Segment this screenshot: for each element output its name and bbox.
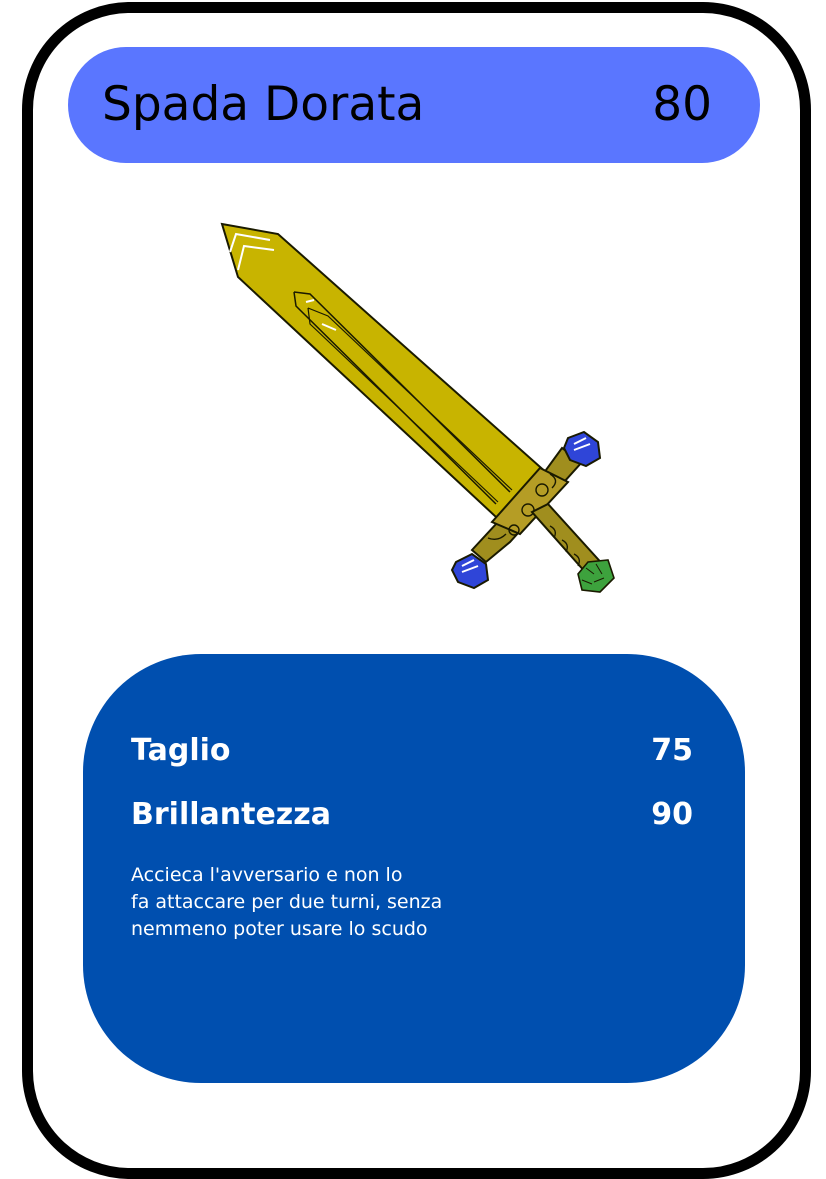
card-title-bar: Spada Dorata 80 — [68, 47, 760, 163]
description-line: Accieca l'avversario e non lo — [131, 864, 403, 886]
stat-value: 75 — [651, 733, 693, 768]
stat-label: Taglio — [131, 733, 231, 768]
card-name: Spada Dorata — [102, 77, 425, 132]
description-line: nemmeno poter usare lo scudo — [131, 918, 428, 940]
stat-row-taglio: Taglio 75 — [131, 729, 693, 773]
stat-row-brillantezza: Brillantezza 90 — [131, 793, 693, 837]
card-cost: 80 — [652, 77, 712, 132]
stat-label: Brillantezza — [131, 797, 331, 832]
stat-value: 90 — [651, 797, 693, 832]
ability-description: Accieca l'avversario e non lo fa attacca… — [131, 862, 491, 943]
description-line: fa attaccare per due turni, senza — [131, 891, 443, 913]
stats-panel: Taglio 75 Brillantezza 90 Accieca l'avve… — [83, 654, 745, 1083]
golden-sword-icon — [210, 212, 620, 602]
